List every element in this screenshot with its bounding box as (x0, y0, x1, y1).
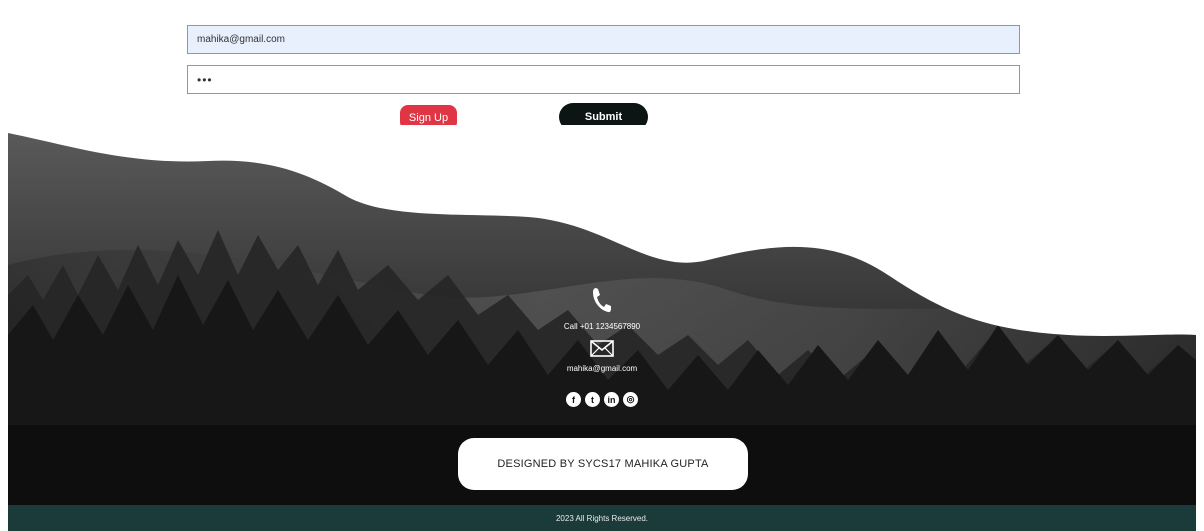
phone-number: Call +01 1234567890 (563, 322, 641, 331)
email-field[interactable]: mahika@gmail.com (187, 25, 1020, 54)
copyright-text: 2023 All Rights Reserved. (555, 513, 649, 523)
copyright-bar: 2023 All Rights Reserved. (8, 505, 1196, 531)
facebook-icon[interactable]: f (566, 392, 581, 407)
social-links: f t in ◎ (566, 392, 638, 407)
designer-credit: DESIGNED BY SYCS17 MAHIKA GUPTA (458, 438, 748, 490)
linkedin-icon[interactable]: in (604, 392, 619, 407)
phone-icon (0, 287, 1204, 318)
login-form: mahika@gmail.com ••• Sign Up Submit (0, 0, 1204, 140)
contact-email: mahika@gmail.com (566, 364, 638, 373)
twitter-icon[interactable]: t (585, 392, 600, 407)
password-field[interactable]: ••• (187, 65, 1020, 94)
envelope-icon (0, 340, 1204, 362)
page-edge (1196, 0, 1204, 531)
instagram-icon[interactable]: ◎ (623, 392, 638, 407)
